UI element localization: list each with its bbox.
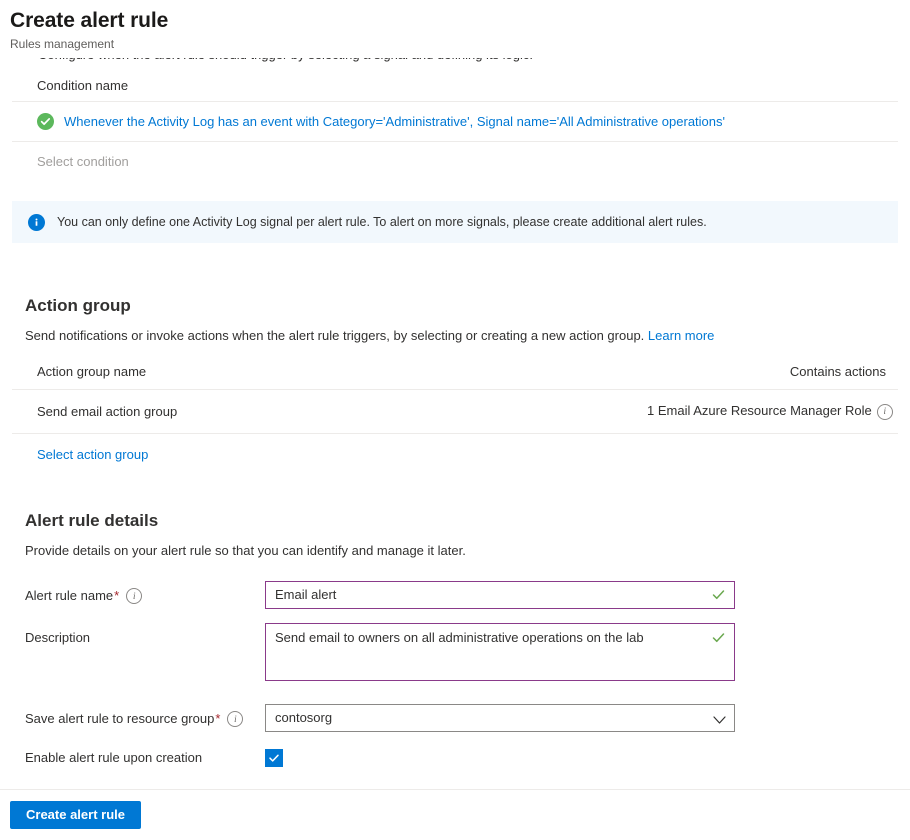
select-condition-link[interactable]: Select condition <box>12 142 898 181</box>
alert-rule-name-label: Alert rule name* i <box>12 581 265 605</box>
create-alert-rule-button[interactable]: Create alert rule <box>10 801 141 829</box>
condition-column-header: Condition name <box>37 78 129 93</box>
required-asterisk: * <box>114 587 120 603</box>
action-group-name-cell: Send email action group <box>37 403 178 419</box>
info-tooltip-icon[interactable]: i <box>227 711 244 728</box>
condition-section: Condition name Whenever the Activity Log… <box>0 72 910 181</box>
contains-actions-cell: 1 Email Azure Resource Manager Role i <box>647 403 893 420</box>
success-check-icon <box>37 113 54 130</box>
resource-group-label: Save alert rule to resource group* i <box>12 704 265 728</box>
description-textarea[interactable] <box>265 622 735 681</box>
description-label: Description <box>25 629 91 645</box>
page-header: Create alert rule Rules management <box>0 0 910 52</box>
page-title: Create alert rule <box>10 9 169 32</box>
learn-more-link[interactable]: Learn more <box>648 328 714 343</box>
action-group-title: Action group <box>25 296 131 315</box>
condition-row-label: Whenever the Activity Log has an event w… <box>64 114 725 129</box>
action-group-description-text: Send notifications or invoke actions whe… <box>25 328 645 343</box>
action-group-description: Send notifications or invoke actions whe… <box>12 317 898 344</box>
alert-rule-name-label-text: Alert rule name <box>25 587 114 603</box>
form-row-description: Description <box>12 622 898 686</box>
footer-bar: Create alert rule <box>0 789 910 840</box>
table-row[interactable]: Send email action group 1 Email Azure Re… <box>12 390 898 434</box>
action-group-section: Action group Send notifications or invok… <box>0 295 910 462</box>
contains-actions-text: 1 Email Azure Resource Manager Role <box>647 403 872 418</box>
form-row-enable-alert-rule: Enable alert rule upon creation <box>12 748 898 767</box>
select-action-group-row: Select action group <box>12 434 898 462</box>
info-banner-text: You can only define one Activity Log sig… <box>57 215 707 229</box>
resource-group-label-text: Save alert rule to resource group <box>25 710 215 726</box>
form-row-resource-group: Save alert rule to resource group* i <box>12 703 898 732</box>
alert-rule-name-input[interactable] <box>265 580 735 609</box>
description-control <box>265 622 735 686</box>
scrolled-description-sliver: Configure when the alert rule should tri… <box>0 58 910 72</box>
info-tooltip-icon[interactable]: i <box>126 588 143 605</box>
column-header-action-group-name: Action group name <box>37 364 147 379</box>
column-header-contains-actions: Contains actions <box>789 364 886 379</box>
alert-rule-details-description: Provide details on your alert rule so th… <box>25 542 466 558</box>
form-row-alert-rule-name: Alert rule name* i <box>12 580 898 609</box>
alert-rule-name-control <box>265 580 735 609</box>
alert-rule-details-section: Alert rule details Provide details on yo… <box>0 510 910 559</box>
info-banner: You can only define one Activity Log sig… <box>12 201 898 243</box>
action-group-table: Action group name Contains actions Send … <box>12 362 898 434</box>
enable-alert-rule-label: Enable alert rule upon creation <box>25 750 203 766</box>
alert-rule-form: Alert rule name*i Description Save alert <box>0 580 910 767</box>
enable-alert-rule-checkbox[interactable] <box>265 748 283 767</box>
resource-group-control <box>265 703 735 732</box>
scrolled-description-text: Configure when the alert rule should tri… <box>38 58 533 62</box>
info-icon <box>28 213 45 231</box>
required-asterisk: * <box>215 710 221 726</box>
alert-rule-details-title: Alert rule details <box>25 510 159 530</box>
info-tooltip-icon[interactable]: i <box>876 403 893 420</box>
action-group-table-header: Action group name Contains actions <box>12 362 898 390</box>
page-subtitle: Rules management <box>10 37 115 51</box>
condition-row[interactable]: Whenever the Activity Log has an event w… <box>12 101 898 142</box>
resource-group-select[interactable] <box>265 703 735 732</box>
select-action-group-link[interactable]: Select action group <box>37 447 148 462</box>
